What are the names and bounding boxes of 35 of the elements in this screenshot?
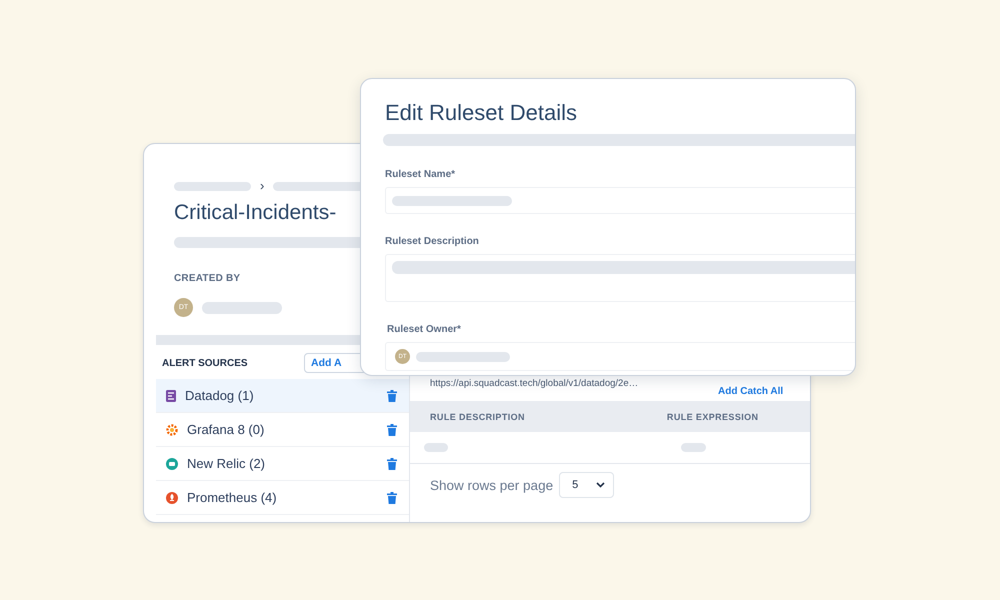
trash-icon xyxy=(387,492,398,504)
field-label: Ruleset Owner* xyxy=(387,324,462,335)
section-heading: ALERT SOURCES xyxy=(162,358,248,368)
alert-source-item[interactable]: Grafana 8 (0) xyxy=(156,413,410,447)
trash-icon xyxy=(387,390,398,402)
alert-source-item[interactable]: New Relic (2) xyxy=(156,447,410,481)
placeholder-bar xyxy=(424,443,448,452)
breadcrumb-separator: › xyxy=(260,180,264,192)
square-logo-icon xyxy=(165,388,177,402)
field-label: Ruleset Description xyxy=(385,236,480,247)
field-label: Ruleset Name* xyxy=(385,169,456,180)
gear-icon xyxy=(165,422,179,436)
source-name: Datadog (1) xyxy=(185,388,255,403)
flame-icon xyxy=(165,490,179,504)
column-header: RULE EXPRESSION xyxy=(666,412,758,422)
source-name: Prometheus (4) xyxy=(187,490,278,505)
ring-logo-icon xyxy=(165,456,179,470)
dialog-title: Edit Ruleset Details xyxy=(385,100,578,126)
alert-source-item[interactable]: Prometheus (4) xyxy=(156,481,410,515)
input-field[interactable] xyxy=(385,187,855,214)
page-title: Critical-Incidents- xyxy=(174,201,338,225)
add-catch-all-button[interactable]: Add Catch All xyxy=(718,385,810,397)
placeholder-bar xyxy=(681,443,706,452)
source-name: Grafana 8 (0) xyxy=(187,422,266,437)
rows-per-page-select[interactable]: 5 xyxy=(559,472,614,498)
created-by-label: CREATED BY xyxy=(174,273,242,284)
alert-source-item[interactable]: Datadog (1) xyxy=(156,379,410,413)
column-header: RULE DESCRIPTION xyxy=(430,412,525,422)
text-area[interactable] xyxy=(385,254,855,302)
source-name: New Relic (2) xyxy=(187,456,266,471)
webhook-url: https://api.squadcast.tech/global/v1/datadog/2e… xyxy=(430,378,638,390)
rows-per-page-label: Show rows per page xyxy=(430,478,554,492)
trash-icon xyxy=(387,424,398,436)
chevron-down-icon xyxy=(596,482,606,488)
trash-icon xyxy=(387,458,398,470)
